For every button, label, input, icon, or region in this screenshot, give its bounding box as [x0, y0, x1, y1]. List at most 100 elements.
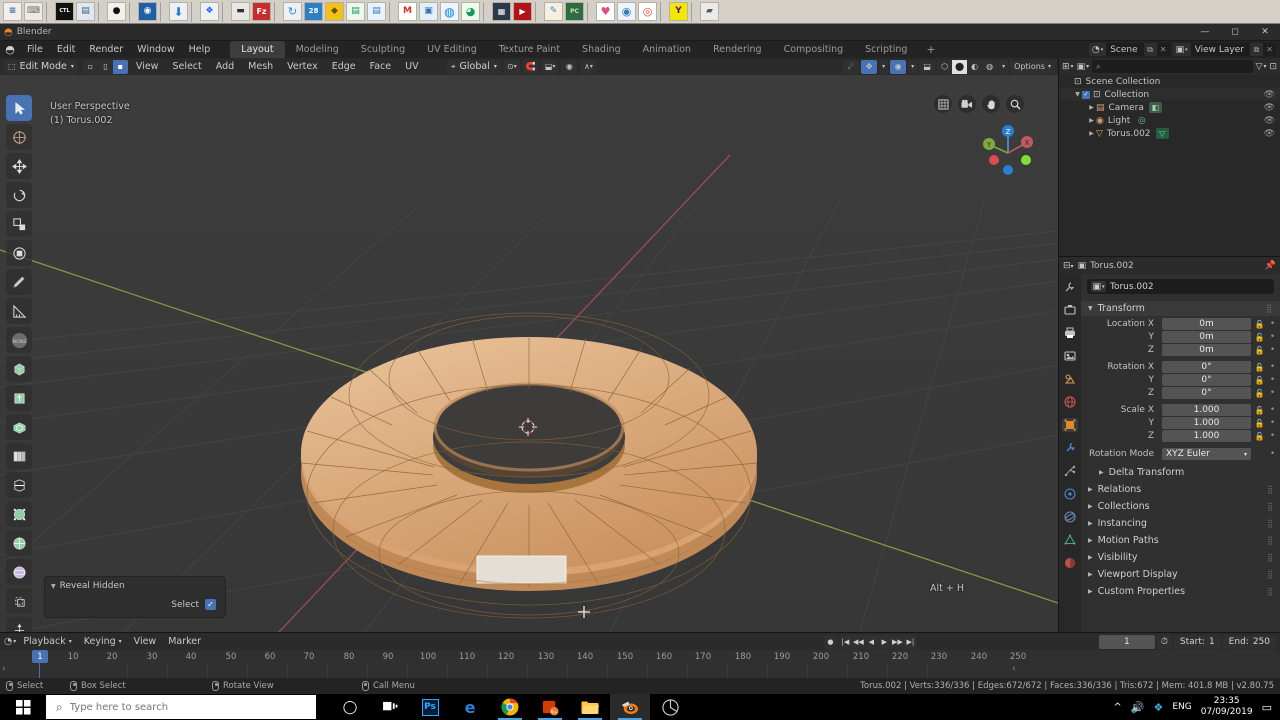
menu-edit[interactable]: Edit — [50, 41, 82, 58]
scene-tab[interactable] — [1062, 372, 1078, 386]
overlays-dropdown[interactable]: ▾ — [908, 59, 918, 74]
tweak-tool-button[interactable] — [6, 95, 32, 121]
viewport-menu-add[interactable]: Add — [210, 58, 240, 75]
proportional-falloff-dropdown[interactable]: ∧ ▾ — [580, 59, 597, 74]
output-tab[interactable] — [1062, 326, 1078, 340]
scale-z-field[interactable]: 1.000 — [1162, 430, 1251, 442]
location-z-field[interactable]: 0m — [1162, 344, 1251, 356]
toolbar-icon-notes[interactable]: ✎ — [544, 2, 563, 21]
pin-icon[interactable]: 📌 — [1265, 261, 1276, 271]
add-cube-tool-button[interactable] — [6, 356, 32, 382]
show-gizmo-button[interactable]: ☄ — [843, 59, 860, 74]
toolbar-icon-refresh[interactable]: ↻ — [283, 2, 302, 21]
rotation-mode-dropdown[interactable]: XYZ Euler ▾ — [1162, 448, 1251, 460]
toolbar-icon-calendar[interactable]: 28 — [304, 2, 323, 21]
use-preview-range-button[interactable]: ⏱ — [1156, 634, 1172, 649]
outliner-filter-id-dropdown[interactable]: ▣ ▾ — [1077, 62, 1090, 72]
tab-animation[interactable]: Animation — [632, 41, 702, 58]
object-tab[interactable] — [1062, 418, 1078, 432]
start-button[interactable] — [0, 694, 46, 720]
3d-viewport[interactable]: User Perspective (1) Torus.002 Alt + H N… — [0, 75, 1058, 632]
animate-property-dot[interactable]: • — [1268, 431, 1277, 441]
hide-in-viewport-icon[interactable]: 👁 — [1264, 129, 1275, 139]
inset-faces-tool-button[interactable] — [6, 414, 32, 440]
toolbar-icon-swirl[interactable]: ◎ — [638, 2, 657, 21]
location-y-field[interactable]: 0m — [1162, 331, 1251, 343]
toolbar-icon-messenger[interactable]: ◍ — [440, 2, 459, 21]
outliner-search-input[interactable]: ⌕ — [1092, 60, 1253, 73]
toolbar-icon-sheets[interactable]: ▤ — [346, 2, 365, 21]
notification-center-icon[interactable]: ▭ — [1262, 701, 1272, 714]
window-maximize-button[interactable]: ◻ — [1220, 24, 1250, 41]
poly-build-tool-button[interactable] — [6, 530, 32, 556]
viewport-menu-vertex[interactable]: Vertex — [281, 58, 324, 75]
timeline-scroll-left-arrow[interactable]: › — [2, 664, 6, 674]
language-indicator[interactable]: ENG — [1172, 702, 1191, 712]
relations-panel[interactable]: ▶ Relations ⣿ — [1081, 481, 1280, 498]
collection-checkbox[interactable]: ✓ — [1082, 90, 1090, 99]
lock-icon[interactable]: 🔓 — [1254, 320, 1265, 329]
toolbar-icon-store[interactable]: ▣ — [419, 2, 438, 21]
expand-triangle-icon[interactable]: ▶ — [1087, 104, 1096, 111]
settings-icon[interactable] — [650, 694, 690, 720]
rotation-z-field[interactable]: 0° — [1162, 387, 1251, 399]
toolbar-icon-ctl[interactable]: CTL — [55, 2, 74, 21]
timeline-menu-view[interactable]: View — [129, 636, 162, 647]
motion-paths-panel[interactable]: ▶ Motion Paths ⣿ — [1081, 532, 1280, 549]
instancing-panel[interactable]: ▶ Instancing ⣿ — [1081, 515, 1280, 532]
outliner-row-torus[interactable]: ▶ ▽ Torus.002 ▽ 👁 — [1059, 127, 1280, 140]
toolbar-icon-download[interactable]: ⬇ — [169, 2, 188, 21]
toolbar-icon-hangouts[interactable]: ◕ — [461, 2, 480, 21]
new-scene-button[interactable]: ⧉ — [1143, 43, 1157, 56]
visibility-panel[interactable]: ▶ Visibility ⣿ — [1081, 549, 1280, 566]
scale-y-field[interactable]: 1.000 — [1162, 417, 1251, 429]
edge-icon[interactable]: e — [450, 694, 490, 720]
view-layer-tab[interactable] — [1062, 349, 1078, 363]
timeline-scroll-right-arrow[interactable]: ‹ — [1012, 664, 1016, 674]
scene-selector[interactable]: ◔ ▾ Scene ⧉ ✕ — [1088, 43, 1170, 56]
outliner-row-camera[interactable]: ▶ ▤ Camera ◧ 👁 — [1059, 101, 1280, 114]
axis-gizmo[interactable]: Z Y X — [980, 119, 1036, 175]
tab-compositing[interactable]: Compositing — [773, 41, 855, 58]
move-tool-button[interactable] — [6, 153, 32, 179]
timeline-playhead[interactable]: 1 — [32, 650, 48, 663]
collections-panel[interactable]: ▶ Collections ⣿ — [1081, 498, 1280, 515]
rotation-y-field[interactable]: 0° — [1162, 374, 1251, 386]
overlays-toggle-button[interactable]: ◉ — [890, 59, 907, 74]
mesh-data-icon[interactable]: ▽ — [1155, 128, 1169, 139]
smooth-tool-button[interactable] — [6, 588, 32, 614]
viewlayer-selector[interactable]: ▣ ▾ View Layer ⧉ ✕ — [1172, 43, 1276, 56]
lock-icon[interactable]: 🔓 — [1254, 389, 1265, 398]
viewport-menu-face[interactable]: Face — [364, 58, 397, 75]
wireframe-shading-button[interactable]: ⬡ — [937, 60, 952, 74]
toolbar-icon-car[interactable]: ▰ — [700, 2, 719, 21]
outliner-row-collection[interactable]: ▼ ✓ ⊡ Collection 👁 — [1059, 88, 1280, 101]
material-preview-shading-button[interactable]: ◐ — [967, 60, 982, 74]
tab-scripting[interactable]: Scripting — [854, 41, 918, 58]
tab-modeling[interactable]: Modeling — [285, 41, 350, 58]
timeline-editor-type-icon[interactable]: ◔ ▾ — [4, 636, 16, 647]
play-reverse-button[interactable]: ◀ — [865, 635, 878, 649]
toolbar-icon-yahoo[interactable]: Y — [669, 2, 688, 21]
location-x-field[interactable]: 0m — [1162, 318, 1251, 330]
file-explorer-icon[interactable] — [570, 694, 610, 720]
edge-slide-tool-button[interactable] — [6, 617, 32, 632]
editor-type-icon[interactable]: ⊟▾ — [1063, 261, 1074, 271]
menu-file[interactable]: File — [20, 41, 50, 58]
gizmo-toggle-button[interactable]: ✥ — [861, 59, 878, 74]
toolbar-icon-dropbox[interactable]: ❖ — [200, 2, 219, 21]
viewport-menu-mesh[interactable]: Mesh — [242, 58, 279, 75]
window-minimize-button[interactable]: — — [1190, 24, 1220, 41]
toolbar-icon-monitor[interactable]: ▤ — [76, 2, 95, 21]
playback-dropdown[interactable]: Playback ▾ — [18, 636, 76, 647]
rotate-tool-button[interactable] — [6, 182, 32, 208]
shading-dropdown[interactable]: ▾ — [999, 59, 1009, 74]
toolbar-icon-pc[interactable]: PC — [565, 2, 584, 21]
edge-select-mode-button[interactable]: ▯ — [98, 60, 113, 74]
toolbar-icon-heart[interactable]: ♥ — [596, 2, 615, 21]
toolbar-icon-minus[interactable]: ▬ — [231, 2, 250, 21]
operator-panel[interactable]: ▼ Reveal Hidden Select ✓ — [44, 576, 226, 618]
animate-property-dot[interactable]: • — [1268, 418, 1277, 428]
camera-data-icon[interactable]: ◧ — [1148, 102, 1162, 113]
light-data-icon[interactable]: ◎ — [1135, 115, 1148, 126]
